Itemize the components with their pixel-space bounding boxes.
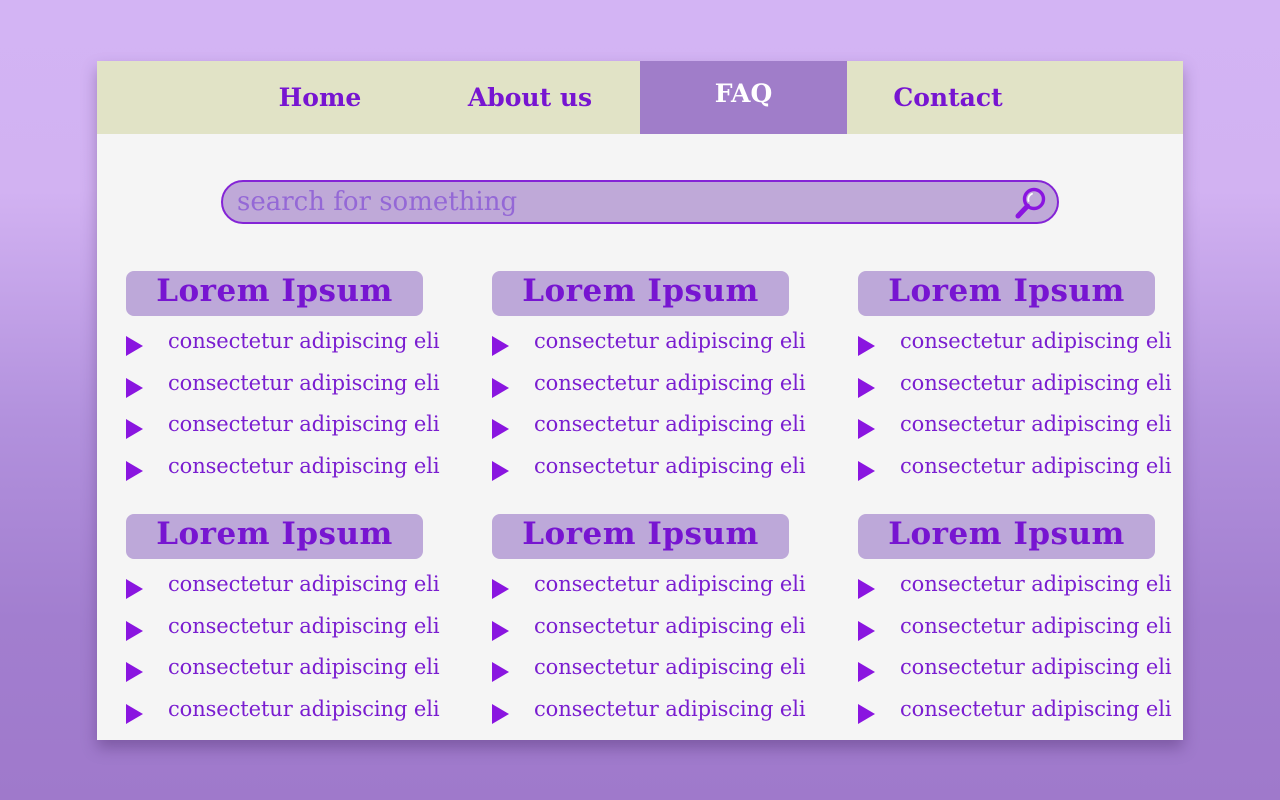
play-arrow-icon xyxy=(858,336,875,356)
faq-window: Home About us FAQ Contact Lorem Ipsum co… xyxy=(97,61,1183,740)
faq-item-text: consectetur adipiscing eli xyxy=(168,613,440,638)
play-arrow-icon xyxy=(858,419,875,440)
play-arrow-icon xyxy=(492,579,509,599)
faq-item[interactable]: consectetur adipiscing eli xyxy=(492,448,832,490)
play-arrow-icon xyxy=(492,377,509,398)
faq-item-text: consectetur adipiscing eli xyxy=(168,370,440,395)
faq-item[interactable]: consectetur adipiscing eli xyxy=(858,448,1183,490)
play-arrow-icon xyxy=(492,620,509,641)
faq-list: consectetur adipiscing eli consectetur a… xyxy=(126,566,466,733)
nav-faq[interactable]: FAQ xyxy=(640,61,847,134)
faq-item[interactable]: consectetur adipiscing eli xyxy=(492,406,832,448)
section-title: Lorem Ipsum xyxy=(858,514,1155,559)
section-title: Lorem Ipsum xyxy=(492,514,789,559)
top-navigation: Home About us FAQ Contact xyxy=(97,61,1183,134)
faq-list: consectetur adipiscing eli consectetur a… xyxy=(492,566,832,733)
faq-item[interactable]: consectetur adipiscing eli xyxy=(126,323,466,365)
section-title: Lorem Ipsum xyxy=(492,271,789,316)
faq-item[interactable]: consectetur adipiscing eli xyxy=(492,566,832,608)
faq-item-text: consectetur adipiscing eli xyxy=(900,697,1172,722)
faq-item[interactable]: consectetur adipiscing eli xyxy=(858,566,1183,608)
faq-item-text: consectetur adipiscing eli xyxy=(534,697,806,722)
nav-faq-label: FAQ xyxy=(714,79,773,108)
magnifier-icon[interactable] xyxy=(1013,185,1049,221)
faq-item-text: consectetur adipiscing eli xyxy=(534,329,806,353)
faq-item[interactable]: consectetur adipiscing eli xyxy=(492,608,832,650)
play-arrow-icon xyxy=(126,336,143,356)
play-arrow-icon xyxy=(858,461,875,482)
play-arrow-icon xyxy=(492,336,509,356)
play-arrow-icon xyxy=(126,461,143,482)
faq-item-text: consectetur adipiscing eli xyxy=(900,412,1172,437)
play-arrow-icon xyxy=(858,377,875,398)
faq-item[interactable]: consectetur adipiscing eli xyxy=(858,649,1183,691)
faq-item[interactable]: consectetur adipiscing eli xyxy=(858,365,1183,407)
section-title: Lorem Ipsum xyxy=(126,514,423,559)
play-arrow-icon xyxy=(492,461,509,482)
play-arrow-icon xyxy=(858,704,875,725)
play-arrow-icon xyxy=(492,662,509,683)
faq-list: consectetur adipiscing eli consectetur a… xyxy=(858,566,1183,733)
faq-item[interactable]: consectetur adipiscing eli xyxy=(126,649,466,691)
faq-item-text: consectetur adipiscing eli xyxy=(900,370,1172,395)
faq-item-text: consectetur adipiscing eli xyxy=(900,655,1172,680)
search-input[interactable] xyxy=(237,182,997,222)
play-arrow-icon xyxy=(492,704,509,725)
play-arrow-icon xyxy=(492,419,509,440)
faq-item-text: consectetur adipiscing eli xyxy=(168,412,440,437)
faq-item[interactable]: consectetur adipiscing eli xyxy=(858,608,1183,650)
faq-item[interactable]: consectetur adipiscing eli xyxy=(492,649,832,691)
nav-contact-label: Contact xyxy=(893,83,1003,112)
faq-item-text: consectetur adipiscing eli xyxy=(900,454,1172,479)
faq-item-text: consectetur adipiscing eli xyxy=(168,329,440,353)
faq-list: consectetur adipiscing eli consectetur a… xyxy=(126,323,466,490)
search-bar xyxy=(221,180,1059,224)
faq-item[interactable]: consectetur adipiscing eli xyxy=(492,323,832,365)
faq-item-text: consectetur adipiscing eli xyxy=(168,454,440,479)
play-arrow-icon xyxy=(858,662,875,683)
faq-item-text: consectetur adipiscing eli xyxy=(534,412,806,437)
faq-list: consectetur adipiscing eli consectetur a… xyxy=(858,323,1183,490)
faq-list: consectetur adipiscing eli consectetur a… xyxy=(492,323,832,490)
play-arrow-icon xyxy=(126,620,143,641)
play-arrow-icon xyxy=(858,579,875,599)
faq-item[interactable]: consectetur adipiscing eli xyxy=(126,691,466,733)
faq-item[interactable]: consectetur adipiscing eli xyxy=(126,406,466,448)
nav-about-us[interactable]: About us xyxy=(457,61,603,134)
faq-item-text: consectetur adipiscing eli xyxy=(534,572,806,596)
play-arrow-icon xyxy=(126,579,143,599)
faq-item[interactable]: consectetur adipiscing eli xyxy=(858,691,1183,733)
play-arrow-icon xyxy=(126,377,143,398)
section-title: Lorem Ipsum xyxy=(126,271,423,316)
nav-about-us-label: About us xyxy=(467,83,593,112)
nav-contact[interactable]: Contact xyxy=(882,61,1014,134)
faq-item-text: consectetur adipiscing eli xyxy=(534,454,806,479)
faq-item-text: consectetur adipiscing eli xyxy=(168,572,440,596)
faq-item-text: consectetur adipiscing eli xyxy=(534,370,806,395)
nav-home-label: Home xyxy=(278,83,362,112)
faq-item-text: consectetur adipiscing eli xyxy=(534,613,806,638)
faq-item-text: consectetur adipiscing eli xyxy=(168,697,440,722)
faq-item[interactable]: consectetur adipiscing eli xyxy=(492,691,832,733)
faq-item-text: consectetur adipiscing eli xyxy=(900,572,1172,596)
faq-item-text: consectetur adipiscing eli xyxy=(534,655,806,680)
section-title: Lorem Ipsum xyxy=(858,271,1155,316)
faq-item[interactable]: consectetur adipiscing eli xyxy=(126,365,466,407)
faq-item[interactable]: consectetur adipiscing eli xyxy=(126,448,466,490)
faq-item-text: consectetur adipiscing eli xyxy=(168,655,440,680)
play-arrow-icon xyxy=(126,704,143,725)
faq-item[interactable]: consectetur adipiscing eli xyxy=(126,566,466,608)
faq-item-text: consectetur adipiscing eli xyxy=(900,329,1172,353)
play-arrow-icon xyxy=(126,419,143,440)
nav-home[interactable]: Home xyxy=(256,61,384,134)
faq-item[interactable]: consectetur adipiscing eli xyxy=(492,365,832,407)
faq-item[interactable]: consectetur adipiscing eli xyxy=(858,323,1183,365)
faq-item[interactable]: consectetur adipiscing eli xyxy=(858,406,1183,448)
faq-item-text: consectetur adipiscing eli xyxy=(900,613,1172,638)
play-arrow-icon xyxy=(126,662,143,683)
faq-item[interactable]: consectetur adipiscing eli xyxy=(126,608,466,650)
play-arrow-icon xyxy=(858,620,875,641)
